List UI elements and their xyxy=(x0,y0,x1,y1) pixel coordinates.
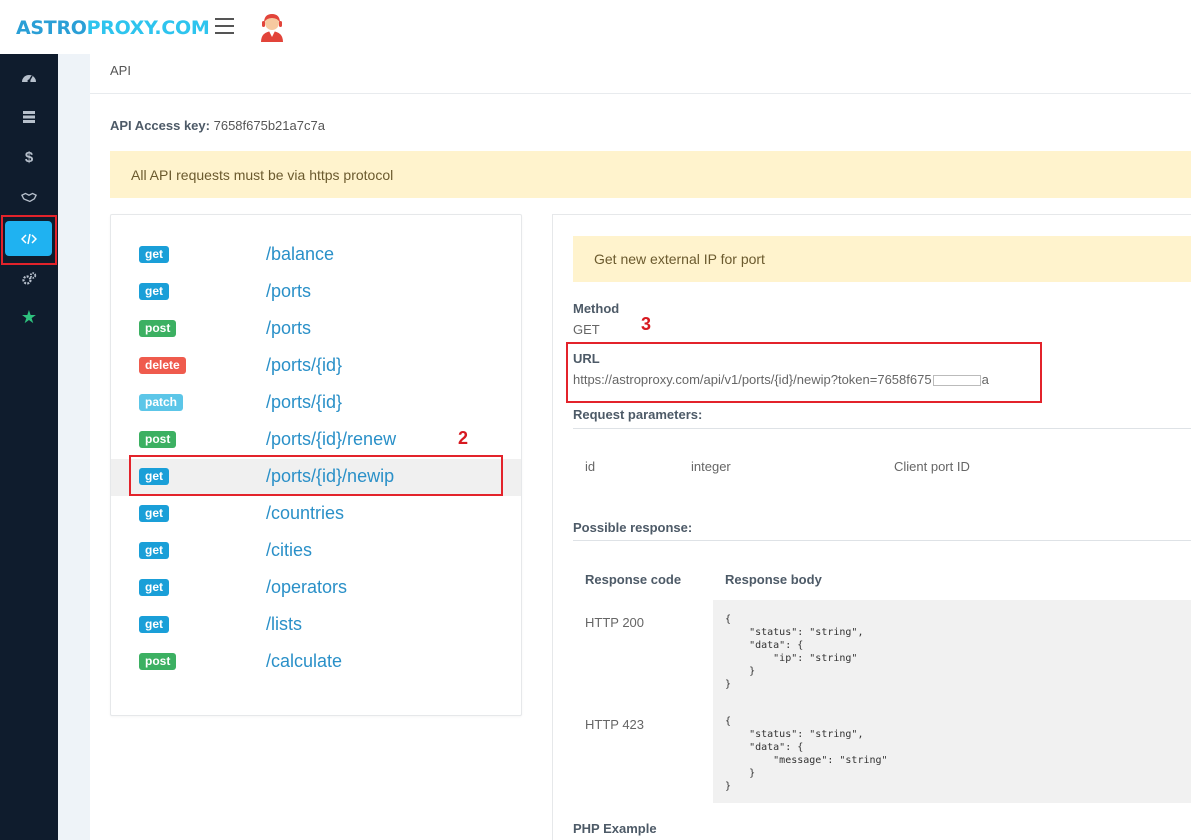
endpoint-path: /countries xyxy=(266,503,345,523)
divider xyxy=(573,428,1191,429)
response-body: { "status": "string", "data": { "message… xyxy=(725,716,888,792)
annotation-box-3 xyxy=(566,342,1042,403)
avatar-icon[interactable] xyxy=(258,12,286,42)
method-value: GET xyxy=(573,322,600,337)
https-warning: All API requests must be via https proto… xyxy=(110,151,1191,198)
method-badge: delete xyxy=(139,357,186,374)
param-type: integer xyxy=(691,459,731,474)
endpoint-row[interactable]: get/balance xyxy=(111,237,521,274)
param-name: id xyxy=(585,459,596,474)
server-icon[interactable] xyxy=(0,100,58,134)
logo-part2: PROXY.COM xyxy=(86,17,210,39)
breadcrumb: API xyxy=(90,54,1191,94)
response-body-header: Response body xyxy=(725,572,822,587)
endpoint-path: /operators xyxy=(266,577,348,597)
method-badge: get xyxy=(139,246,169,263)
hamburger-menu-icon[interactable] xyxy=(215,18,234,34)
sidebar: $ ★ xyxy=(0,54,58,840)
method-badge: get xyxy=(139,505,169,522)
logo-part1: ASTRO xyxy=(16,17,87,39)
gears-icon[interactable] xyxy=(0,262,58,296)
method-badge: get xyxy=(139,616,169,633)
star-icon[interactable]: ★ xyxy=(0,300,58,334)
response-code: HTTP 200 xyxy=(585,615,645,630)
endpoint-path: /calculate xyxy=(266,651,343,671)
endpoint-description-text: Get new external IP for port xyxy=(594,251,765,267)
api-access-key: API Access key: 7658f675b21a7c7a xyxy=(110,118,325,133)
method-badge: post xyxy=(139,653,177,670)
handshake-icon[interactable] xyxy=(0,180,58,214)
logo[interactable]: ASTROPROXY.COM xyxy=(16,17,210,39)
endpoint-path: /ports/{id}/renew xyxy=(266,429,397,449)
response-code-header: Response code xyxy=(585,572,682,587)
top-bar: ASTROPROXY.COM xyxy=(0,0,1191,54)
endpoint-path: /ports xyxy=(266,281,312,301)
endpoint-row[interactable]: post/calculate xyxy=(111,644,521,681)
response-code: HTTP 423 xyxy=(585,717,645,732)
response-body: { "status": "string", "data": { "ip": "s… xyxy=(725,614,864,690)
dollar-icon[interactable]: $ xyxy=(0,140,58,174)
annotation-box-2 xyxy=(129,455,503,496)
endpoint-path: /lists xyxy=(266,614,302,634)
endpoint-path: /balance xyxy=(266,244,335,264)
api-key-value: 7658f675b21a7c7a xyxy=(213,118,325,133)
method-badge: get xyxy=(139,579,169,596)
https-warning-text: All API requests must be via https proto… xyxy=(131,167,394,183)
method-badge: get xyxy=(139,542,169,559)
endpoint-path: /cities xyxy=(266,540,313,560)
endpoint-path: /ports/{id} xyxy=(266,392,343,412)
method-badge: post xyxy=(139,320,177,337)
endpoint-row[interactable]: get/operators xyxy=(111,570,521,607)
endpoint-row[interactable]: get/lists xyxy=(111,607,521,644)
annotation-box-1 xyxy=(1,215,57,265)
endpoint-row[interactable]: post/ports xyxy=(111,311,521,348)
endpoint-path: /ports xyxy=(266,318,312,338)
annotation-number-3: 3 xyxy=(641,314,652,334)
method-badge: get xyxy=(139,283,169,300)
breadcrumb-text: API xyxy=(110,63,131,78)
php-example-label: PHP Example xyxy=(573,821,657,836)
request-params-label: Request parameters: xyxy=(573,407,703,422)
endpoint-path: /ports/{id} xyxy=(266,355,343,375)
endpoint-row[interactable]: get/cities xyxy=(111,533,521,570)
endpoint-row[interactable]: patch/ports/{id} xyxy=(111,385,521,422)
param-desc: Client port ID xyxy=(894,459,970,474)
method-label: Method xyxy=(573,301,620,316)
method-badge: post xyxy=(139,431,177,448)
endpoint-row[interactable]: get/countries xyxy=(111,496,521,533)
endpoint-row[interactable]: get/ports xyxy=(111,274,521,311)
content-gutter xyxy=(58,54,90,840)
divider xyxy=(573,540,1191,541)
annotation-number-2: 2 xyxy=(458,428,469,448)
api-key-label: API Access key: xyxy=(110,118,210,133)
possible-response-label: Possible response: xyxy=(573,520,693,535)
method-badge: patch xyxy=(139,394,184,411)
dashboard-icon[interactable] xyxy=(0,61,58,95)
endpoint-description: Get new external IP for port xyxy=(573,236,1191,282)
endpoint-row[interactable]: delete/ports/{id} xyxy=(111,348,521,385)
